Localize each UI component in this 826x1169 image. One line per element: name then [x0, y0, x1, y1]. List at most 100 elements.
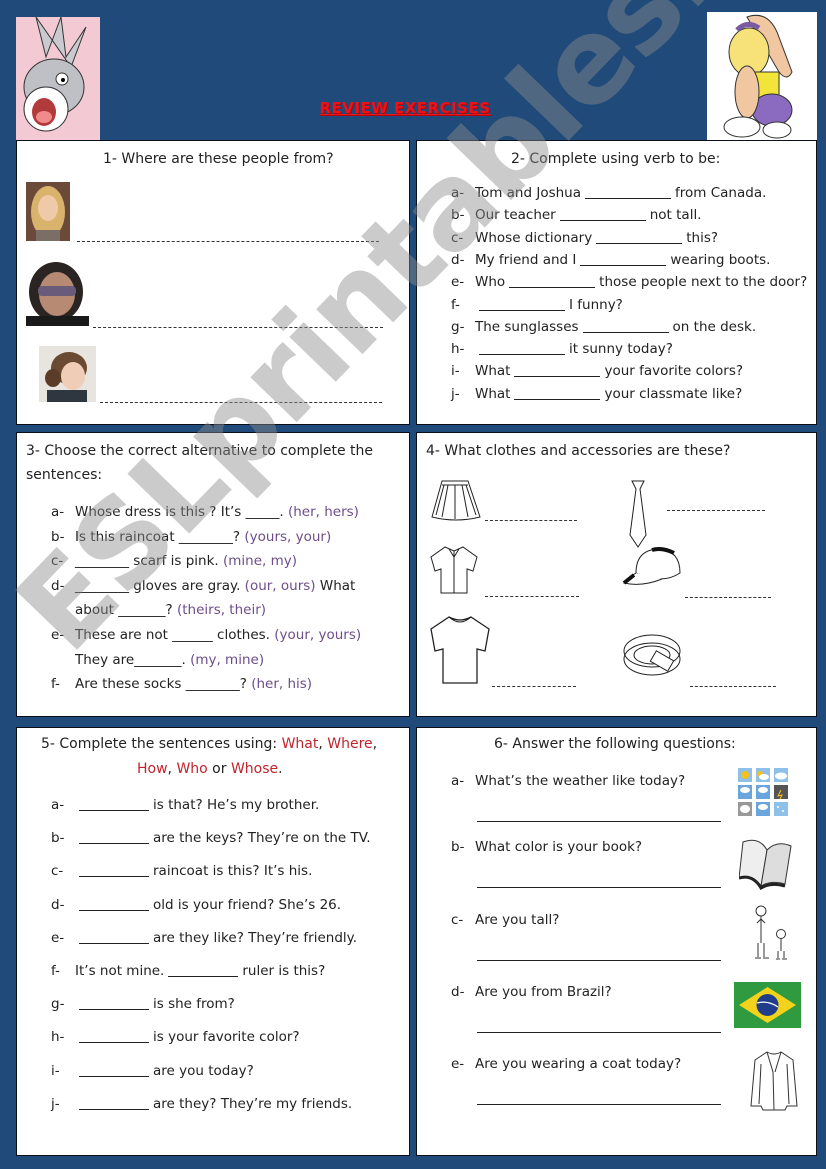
- exercise-2-heading: 2- Complete using verb to be:: [511, 151, 721, 167]
- keyword-what: What: [281, 736, 319, 752]
- answer-blank[interactable]: [79, 864, 149, 878]
- answer-blank[interactable]: [585, 186, 672, 199]
- item-label: i-: [451, 363, 460, 380]
- exercise-2-item: a- Tom and Joshua from Canada.: [451, 185, 766, 201]
- answer-blank[interactable]: [79, 931, 149, 944]
- exercise-6-question: e- Are you wearing a coat today?: [451, 1056, 681, 1072]
- answer-line[interactable]: [477, 821, 721, 822]
- answer-line-shirt[interactable]: [485, 596, 579, 597]
- exercise-5-heading-text: 5- Complete the sentences using:: [41, 736, 282, 752]
- item-options: (her, his): [251, 676, 313, 693]
- item-label: f-: [451, 296, 460, 313]
- question-text: What’s the weather like today?: [475, 773, 686, 789]
- answer-blank[interactable]: [514, 364, 601, 378]
- exercise-1-panel: 1- Where are these people from?: [16, 140, 410, 425]
- answer-blank[interactable]: [79, 1064, 149, 1077]
- exercise-2-item: d- My friend and I wearing boots.: [451, 252, 770, 268]
- item-label: a-: [451, 185, 465, 201]
- exercise-2-item: j- What your classmate like?: [451, 386, 742, 402]
- item-text-after: I funny?: [569, 296, 623, 313]
- exercise-6-question: b- What color is your book?: [451, 839, 642, 855]
- answer-blank[interactable]: [79, 1097, 149, 1110]
- lola-bunny-image: [707, 12, 817, 140]
- item-options: (my, mine): [190, 651, 265, 668]
- answer-line-belt[interactable]: [690, 686, 776, 687]
- shirt-icon: [430, 546, 478, 594]
- answer-blank[interactable]: [79, 831, 149, 845]
- answer-line[interactable]: [477, 887, 721, 888]
- item-label: a-: [51, 504, 65, 520]
- exercise-5-item: g-is she from?: [51, 996, 235, 1012]
- answer-blank[interactable]: [582, 320, 669, 333]
- person-photo-3: [39, 346, 96, 402]
- answer-blank[interactable]: [580, 253, 667, 266]
- cap-icon: [622, 547, 681, 585]
- person-photo-2: [26, 262, 89, 326]
- answer-blank[interactable]: [79, 997, 149, 1011]
- question-text: Are you tall?: [475, 912, 560, 928]
- book-icon: [739, 839, 792, 890]
- exercise-5-heading: 5- Complete the sentences using: What, W…: [41, 736, 377, 752]
- item-text-before: Who: [475, 274, 506, 291]
- item-label: d-: [451, 251, 465, 268]
- answer-line[interactable]: [477, 960, 721, 961]
- item-label: d-: [451, 984, 465, 1000]
- brazil-flag-icon: [734, 982, 801, 1028]
- item-text-before: It’s not mine.: [75, 963, 165, 979]
- item-text-after: not tall.: [649, 207, 702, 224]
- answer-line-2[interactable]: [93, 327, 383, 328]
- answer-blank[interactable]: [509, 275, 596, 289]
- item-options: (theirs, their): [176, 602, 267, 619]
- exercise-1-heading: 1- Where are these people from?: [103, 151, 334, 167]
- item-label: j-: [451, 385, 460, 402]
- exercise-5-heading-cont: How, Who or Whose.: [137, 761, 283, 777]
- belt-icon: [623, 634, 681, 676]
- answer-blank[interactable]: [479, 342, 565, 356]
- answer-line[interactable]: [477, 1032, 721, 1033]
- answer-line-skirt[interactable]: [485, 520, 577, 521]
- separator: ,: [372, 736, 378, 752]
- answer-blank[interactable]: [168, 964, 239, 977]
- item-text-after: your classmate like?: [604, 385, 743, 402]
- answer-blank[interactable]: [79, 1030, 149, 1044]
- exercise-6-question: a- What’s the weather like today?: [451, 773, 685, 789]
- keyword-how: How: [137, 761, 168, 777]
- item-text-after: old is your friend? She’s 26.: [153, 896, 342, 913]
- item-text-after: wearing boots.: [670, 251, 771, 268]
- exercise-3-heading-cont: sentences:: [26, 467, 103, 483]
- exercise-3-item: e- These are not ______ clothes. (your, y…: [51, 627, 361, 643]
- item-options: (your, yours): [274, 627, 362, 643]
- item-label: b-: [451, 207, 465, 224]
- exercise-5-panel: 5- Complete the sentences using: What, W…: [16, 727, 410, 1156]
- exercise-2-item: c- Whose dictionary this?: [451, 230, 718, 246]
- exercise-3-heading: 3- Choose the correct alternative to com…: [26, 443, 374, 459]
- answer-line-tie[interactable]: [667, 510, 765, 511]
- answer-blank[interactable]: [79, 898, 149, 911]
- answer-line-3[interactable]: [100, 402, 382, 403]
- item-label: c-: [51, 863, 64, 880]
- item-label: b-: [51, 830, 65, 847]
- exercise-2-item: e- Who those people next to the door?: [451, 274, 807, 290]
- answer-line[interactable]: [477, 1104, 721, 1105]
- item-label: f-: [51, 963, 60, 979]
- answer-blank[interactable]: [559, 208, 646, 222]
- item-text: These are not ______ clothes.: [75, 627, 270, 643]
- separator: ,: [318, 736, 328, 752]
- answer-line-cap[interactable]: [685, 597, 771, 598]
- answer-blank[interactable]: [479, 298, 565, 311]
- answer-blank[interactable]: [596, 231, 683, 244]
- answer-blank[interactable]: [79, 798, 149, 811]
- answer-line-1[interactable]: [77, 241, 379, 242]
- exercise-3-item: b- Is this raincoat ________? (yours, you…: [51, 529, 331, 545]
- answer-line-t-shirt[interactable]: [492, 686, 576, 687]
- answer-blank[interactable]: [514, 387, 601, 400]
- tie-icon: [629, 480, 647, 548]
- item-text-before: Tom and Joshua: [475, 185, 582, 201]
- item-text: Whose dress is this ? It’s _____.: [75, 504, 284, 520]
- exercise-6-panel: 6- Answer the following questions: a- Wha…: [416, 727, 817, 1156]
- item-label: h-: [51, 1029, 65, 1046]
- exercise-5-item: b-are the keys? They’re on the TV.: [51, 830, 371, 846]
- item-text: ________ scarf is pink.: [75, 553, 219, 570]
- item-text: Is this raincoat ________?: [75, 528, 241, 545]
- exercise-2-item: i- What your favorite colors?: [451, 363, 743, 379]
